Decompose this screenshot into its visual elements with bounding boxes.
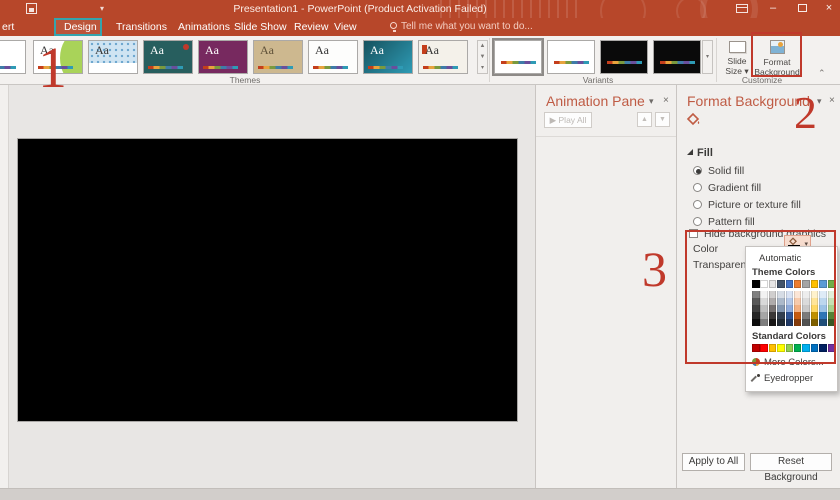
- group-label-variants: Variants: [538, 75, 658, 85]
- annotation-box-format-background: [751, 32, 802, 77]
- variants-gallery-more[interactable]: ▾: [702, 40, 713, 74]
- group-separator: [489, 38, 490, 82]
- tab-insert-partial[interactable]: ert: [0, 19, 20, 35]
- animation-pane-title: Animation Pane: [546, 93, 645, 109]
- annotation-number-1: 1: [38, 34, 67, 101]
- pane-menu-icon[interactable]: ▾: [817, 96, 822, 107]
- theme-color-strip: [313, 66, 353, 69]
- theme-thumbnail-7[interactable]: Aa: [308, 40, 358, 74]
- move-earlier-button[interactable]: ▲: [637, 112, 652, 127]
- ribbon: AaAaAaAaAaAaAaAa ▲▼▾ ▾ Slide Size ▾ Form…: [0, 36, 840, 85]
- theme-aa-label: Aa: [370, 43, 384, 58]
- eyedropper-label: Eyedropper: [764, 373, 813, 384]
- variant-thumbnail-1[interactable]: [494, 40, 542, 74]
- theme-thumbnail-3[interactable]: Aa: [88, 40, 138, 74]
- thumbnail-panel-edge[interactable]: [0, 85, 9, 488]
- theme-aa-label: Aa: [95, 43, 109, 58]
- animation-pane-close-icon[interactable]: ×: [663, 95, 669, 106]
- tab-design[interactable]: Design: [58, 19, 103, 35]
- theme-color-strip: [368, 66, 408, 69]
- variant-thumbnail-4[interactable]: [653, 40, 701, 74]
- annotation-box-color-picker: [685, 230, 836, 364]
- lightbulb-icon: [390, 22, 397, 29]
- tab-view[interactable]: View: [328, 19, 363, 35]
- themes-gallery-scrollbar[interactable]: ▲▼▾: [477, 40, 488, 74]
- theme-thumbnail-6[interactable]: Aa: [253, 40, 303, 74]
- variant-thumbnail-3[interactable]: [600, 40, 648, 74]
- collapse-ribbon-icon[interactable]: ⌃: [818, 68, 826, 79]
- slide-size-button[interactable]: Slide Size ▾: [722, 39, 752, 76]
- slide-workspace: [0, 85, 535, 488]
- fill-section-header[interactable]: Fill: [687, 147, 713, 159]
- radio-label: Picture or texture fill: [708, 199, 801, 211]
- theme-color-strip: [203, 66, 243, 69]
- radio-icon: [693, 217, 702, 226]
- variant-color-strip: [607, 61, 643, 64]
- tell-me-box[interactable]: Tell me what you want to do...: [390, 19, 533, 35]
- collapse-triangle-icon: [687, 149, 693, 155]
- slide-canvas[interactable]: [17, 138, 518, 422]
- theme-thumbnail-1[interactable]: [0, 40, 26, 74]
- group-label-themes: Themes: [185, 75, 305, 85]
- variant-color-strip: [554, 61, 590, 64]
- annotation-number-3: 3: [642, 240, 667, 298]
- radio-picture-fill[interactable]: Picture or texture fill: [693, 199, 801, 211]
- theme-color-strip: [148, 66, 188, 69]
- apply-to-all-button[interactable]: Apply to All: [682, 453, 745, 471]
- pane-close-icon[interactable]: ×: [829, 95, 835, 106]
- slide-size-icon: [729, 41, 746, 53]
- radio-pattern-fill[interactable]: Pattern fill: [693, 216, 755, 228]
- status-bar: [0, 488, 840, 500]
- theme-color-strip: [93, 66, 133, 69]
- tab-slide-show[interactable]: Slide Show: [228, 19, 293, 35]
- slide-size-label: Slide: [728, 56, 747, 66]
- theme-aa-label: Aa: [260, 43, 274, 58]
- format-background-pane-title: Format Background: [687, 93, 810, 109]
- theme-color-strip: [423, 66, 463, 69]
- annotation-number-2: 2: [794, 86, 817, 139]
- tab-animations[interactable]: Animations: [172, 19, 236, 35]
- paint-bucket-icon[interactable]: [685, 111, 701, 127]
- minimize-button[interactable]: –: [762, 2, 784, 16]
- theme-color-strip: [258, 66, 298, 69]
- titlebar: ▾ Presentation1 - PowerPoint (Product Ac…: [0, 0, 840, 18]
- play-all-button[interactable]: ▶ Play All: [544, 112, 592, 128]
- theme-aa-label: Aa: [315, 43, 329, 58]
- reset-background-button[interactable]: Reset Background: [750, 453, 832, 471]
- theme-aa-label: Aa: [425, 43, 439, 58]
- ribbon-tab-row: ert Design Transitions Animations Slide …: [0, 18, 840, 36]
- theme-thumbnail-4[interactable]: Aa: [143, 40, 193, 74]
- theme-aa-label: Aa: [150, 43, 164, 58]
- theme-thumbnail-5[interactable]: Aa: [198, 40, 248, 74]
- radio-solid-fill[interactable]: Solid fill: [693, 165, 744, 177]
- fill-label: Fill: [697, 147, 713, 159]
- radio-label: Gradient fill: [708, 182, 761, 194]
- ribbon-display-options-icon[interactable]: [736, 4, 748, 13]
- radio-label: Solid fill: [708, 165, 744, 177]
- radio-label: Pattern fill: [708, 216, 755, 228]
- divider: [536, 136, 676, 137]
- close-button[interactable]: ×: [818, 2, 840, 16]
- theme-thumbnail-8[interactable]: Aa: [363, 40, 413, 74]
- tell-me-label: Tell me what you want to do...: [401, 21, 533, 32]
- powerpoint-window: ▾ Presentation1 - PowerPoint (Product Ac…: [0, 0, 840, 500]
- radio-icon: [693, 183, 702, 192]
- theme-color-strip: [0, 66, 21, 69]
- play-all-label: Play All: [559, 115, 587, 125]
- eyedropper-icon: [752, 374, 760, 382]
- theme-thumbnail-9[interactable]: Aa: [418, 40, 468, 74]
- radio-icon: [693, 200, 702, 209]
- radio-icon: [693, 166, 702, 175]
- radio-gradient-fill[interactable]: Gradient fill: [693, 182, 761, 194]
- tab-transitions[interactable]: Transitions: [110, 19, 173, 35]
- menu-item-eyedropper[interactable]: Eyedropper: [746, 373, 837, 384]
- theme-aa-label: Aa: [205, 43, 219, 58]
- variant-color-strip: [660, 61, 696, 64]
- move-later-button[interactable]: ▼: [655, 112, 670, 127]
- variant-color-strip: [501, 61, 537, 64]
- animation-pane-menu-icon[interactable]: ▾: [649, 96, 654, 107]
- restore-button[interactable]: [798, 4, 807, 12]
- variant-thumbnail-2[interactable]: [547, 40, 595, 74]
- window-title: Presentation1 - PowerPoint (Product Acti…: [0, 3, 720, 15]
